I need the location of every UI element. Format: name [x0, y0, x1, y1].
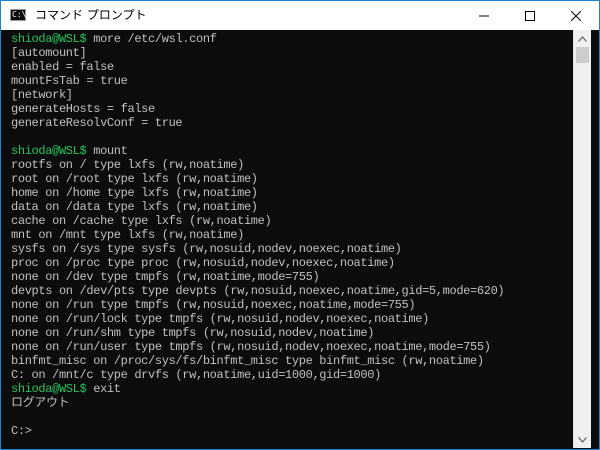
console-line: shioda@WSL$ more /etc/wsl.conf: [11, 32, 504, 46]
console-line: home on /home type lxfs (rw,noatime): [11, 186, 504, 200]
console-line: none on /run type tmpfs (rw,nosuid,noexe…: [11, 298, 504, 312]
output-text: C:>: [11, 424, 32, 438]
console-line: devpts on /dev/pts type devpts (rw,nosui…: [11, 284, 505, 298]
scrollbar-thumb[interactable]: [576, 47, 589, 63]
console-line: [network]: [11, 88, 504, 102]
console-line: sysfs on /sys type sysfs (rw,nosuid,node…: [11, 242, 504, 256]
command-prompt-app-icon[interactable]: C:\: [10, 9, 26, 21]
output-text: binfmt_misc on /proc/sys/fs/binfmt_misc …: [11, 354, 484, 368]
minimize-icon: [479, 15, 489, 16]
console-line: shioda@WSL$ exit: [11, 382, 504, 396]
console-line: proc on /proc type proc (rw,nosuid,nodev…: [11, 256, 504, 270]
console-line: cache on /cache type lxfs (rw,noatime): [11, 214, 504, 228]
console-line: root on /root type lxfs (rw,noatime): [11, 172, 504, 186]
output-text: none on /run/lock type tmpfs (rw,nosuid,…: [11, 312, 429, 326]
console-line: C: on /mnt/c type drvfs (rw,noatime,uid=…: [11, 368, 504, 382]
console-lines: shioda@WSL$ more /etc/wsl.conf [automount…: [11, 32, 505, 438]
output-text: none on /run/shm type tmpfs (rw,nosuid,n…: [11, 326, 375, 340]
console-line: ログアウト: [11, 396, 504, 410]
console-line: enabled = false: [11, 60, 504, 74]
vertical-scrollbar[interactable]: [573, 30, 591, 448]
console-line: generateResolvConf = true: [11, 116, 504, 130]
console-line: generateHosts = false: [11, 102, 504, 116]
output-text: none on /run/user type tmpfs (rw,nosuid,…: [11, 340, 491, 354]
output-text: generateHosts = false: [11, 102, 155, 116]
output-text: rootfs on / type lxfs (rw,noatime): [11, 158, 244, 172]
console-line: none on /run/shm type tmpfs (rw,nosuid,n…: [11, 326, 504, 340]
maximize-button[interactable]: [507, 1, 553, 30]
output-text: proc on /proc type proc (rw,nosuid,nodev…: [11, 256, 395, 270]
shell-prompt: shioda@WSL$: [11, 382, 87, 396]
scroll-up-button[interactable]: [574, 30, 591, 47]
chevron-down-icon: [578, 436, 587, 443]
output-text: none on /run type tmpfs (rw,nosuid,noexe…: [11, 298, 416, 312]
console-line: data on /data type lxfs (rw,noatime): [11, 200, 504, 214]
output-text: cache on /cache type lxfs (rw,noatime): [11, 214, 272, 228]
output-text: generateResolvConf = true: [11, 116, 183, 130]
console-line: rootfs on / type lxfs (rw,noatime): [11, 158, 504, 172]
command-text: exit: [86, 382, 121, 396]
output-text: sysfs on /sys type sysfs (rw,nosuid,node…: [11, 242, 402, 256]
output-text: mnt on /mnt type lxfs (rw,noatime): [11, 228, 244, 242]
scroll-down-button[interactable]: [574, 431, 591, 448]
close-icon: [571, 10, 581, 21]
command-text: mount: [86, 144, 128, 158]
chevron-up-icon: [578, 35, 587, 42]
console-line: shioda@WSL$ mount: [11, 144, 504, 158]
console-line: [automount]: [11, 46, 504, 60]
console-line: mountFsTab = true: [11, 74, 504, 88]
console-line: mnt on /mnt type lxfs (rw,noatime): [11, 228, 504, 242]
output-text: none on /dev type tmpfs (rw,noatime,mode…: [11, 270, 320, 284]
output-text: devpts on /dev/pts type devpts (rw,nosui…: [11, 284, 505, 298]
output-text: [network]: [11, 88, 73, 102]
command-prompt-window: C:\ コマンド プロンプト shioda@WSL$ more /etc/wsl…: [0, 0, 600, 450]
maximize-icon: [525, 10, 535, 21]
output-text: home on /home type lxfs (rw,noatime): [11, 186, 258, 200]
app-icon-glyph: C:\: [12, 10, 27, 19]
window-title: コマンド プロンプト: [35, 8, 147, 22]
output-text: [automount]: [11, 46, 87, 60]
output-text: ログアウト: [11, 396, 70, 410]
console-line: C:>: [11, 424, 504, 438]
console-line: binfmt_misc on /proc/sys/fs/binfmt_misc …: [11, 354, 504, 368]
command-text: more /etc/wsl.conf: [86, 32, 217, 46]
output-text: enabled = false: [11, 60, 114, 74]
output-text: data on /data type lxfs (rw,noatime): [11, 200, 258, 214]
console-output[interactable]: shioda@WSL$ more /etc/wsl.conf [automount…: [1, 30, 573, 449]
shell-prompt: shioda@WSL$: [11, 32, 87, 46]
output-text: C: on /mnt/c type drvfs (rw,noatime,uid=…: [11, 368, 381, 382]
close-button[interactable]: [553, 1, 599, 30]
output-text: mountFsTab = true: [11, 74, 128, 88]
output-text: root on /root type lxfs (rw,noatime): [11, 172, 258, 186]
console-line: none on /run/lock type tmpfs (rw,nosuid,…: [11, 312, 504, 326]
title-bar[interactable]: C:\ コマンド プロンプト: [1, 1, 599, 30]
console-line: none on /dev type tmpfs (rw,noatime,mode…: [11, 270, 504, 284]
console-line: none on /run/user type tmpfs (rw,nosuid,…: [11, 340, 504, 354]
minimize-button[interactable]: [461, 1, 507, 30]
shell-prompt: shioda@WSL$: [11, 144, 87, 158]
